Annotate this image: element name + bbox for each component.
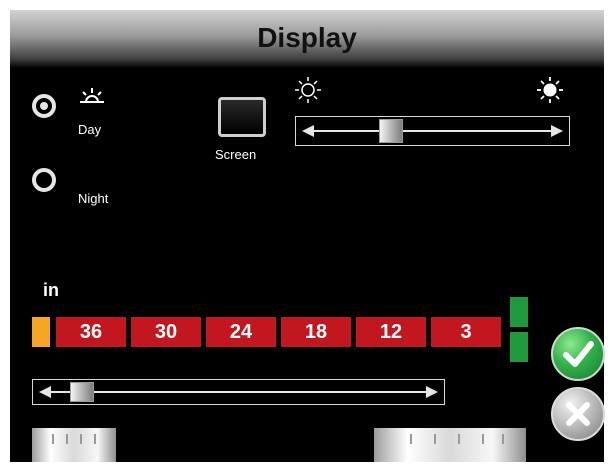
brightness-slider[interactable] [295,116,570,146]
range-track [41,391,436,393]
range-cell: 24 [206,317,276,347]
brightness-thumb[interactable] [378,119,403,143]
display-screen: Display Day Night Screen in 36 30 24 18 … [10,10,604,462]
arrow-left-icon [39,386,51,398]
range-cell: 36 [56,317,126,347]
sun-outline-icon [295,77,321,103]
sun-filled-icon [537,77,563,103]
units-label: in [43,280,59,300]
ruler-left [32,428,116,462]
ruler-right [374,428,526,462]
ruler-tick [434,434,436,444]
right-marker-bottom [510,332,528,362]
night-label: Night [78,191,109,206]
range-cell: 30 [131,317,201,347]
accept-button[interactable] [551,327,605,381]
arrow-right-icon [551,125,563,137]
range-cell: 3 [431,317,501,347]
ruler-tick [482,434,484,444]
page-title: Display [257,22,357,53]
day-label: Day [78,122,102,137]
ruler-tick [94,434,96,444]
left-marker [32,317,50,347]
cancel-button[interactable] [551,387,605,441]
night-radio[interactable] [32,168,56,192]
close-icon [566,402,590,426]
ruler-tick [458,434,460,444]
right-marker-top [510,297,528,327]
arrow-left-icon [302,125,314,137]
title-bar: Display [10,10,604,68]
ruler-tick [66,434,68,444]
ruler-tick [410,434,412,444]
screen-label: Screen [215,147,257,162]
moon-icon [86,164,96,184]
range-slider[interactable] [32,379,445,405]
range-thumb[interactable] [70,382,95,402]
ruler-tick [52,434,54,444]
ruler-tick [502,434,504,444]
range-cell: 18 [281,317,351,347]
arrow-right-icon [426,386,438,398]
check-icon [563,341,594,367]
range-cell: 12 [356,317,426,347]
ruler-tick [80,434,82,444]
sunrise-icon [80,88,104,103]
day-radio[interactable] [32,94,56,118]
screen-button[interactable] [218,97,266,137]
brightness-track [304,130,561,132]
